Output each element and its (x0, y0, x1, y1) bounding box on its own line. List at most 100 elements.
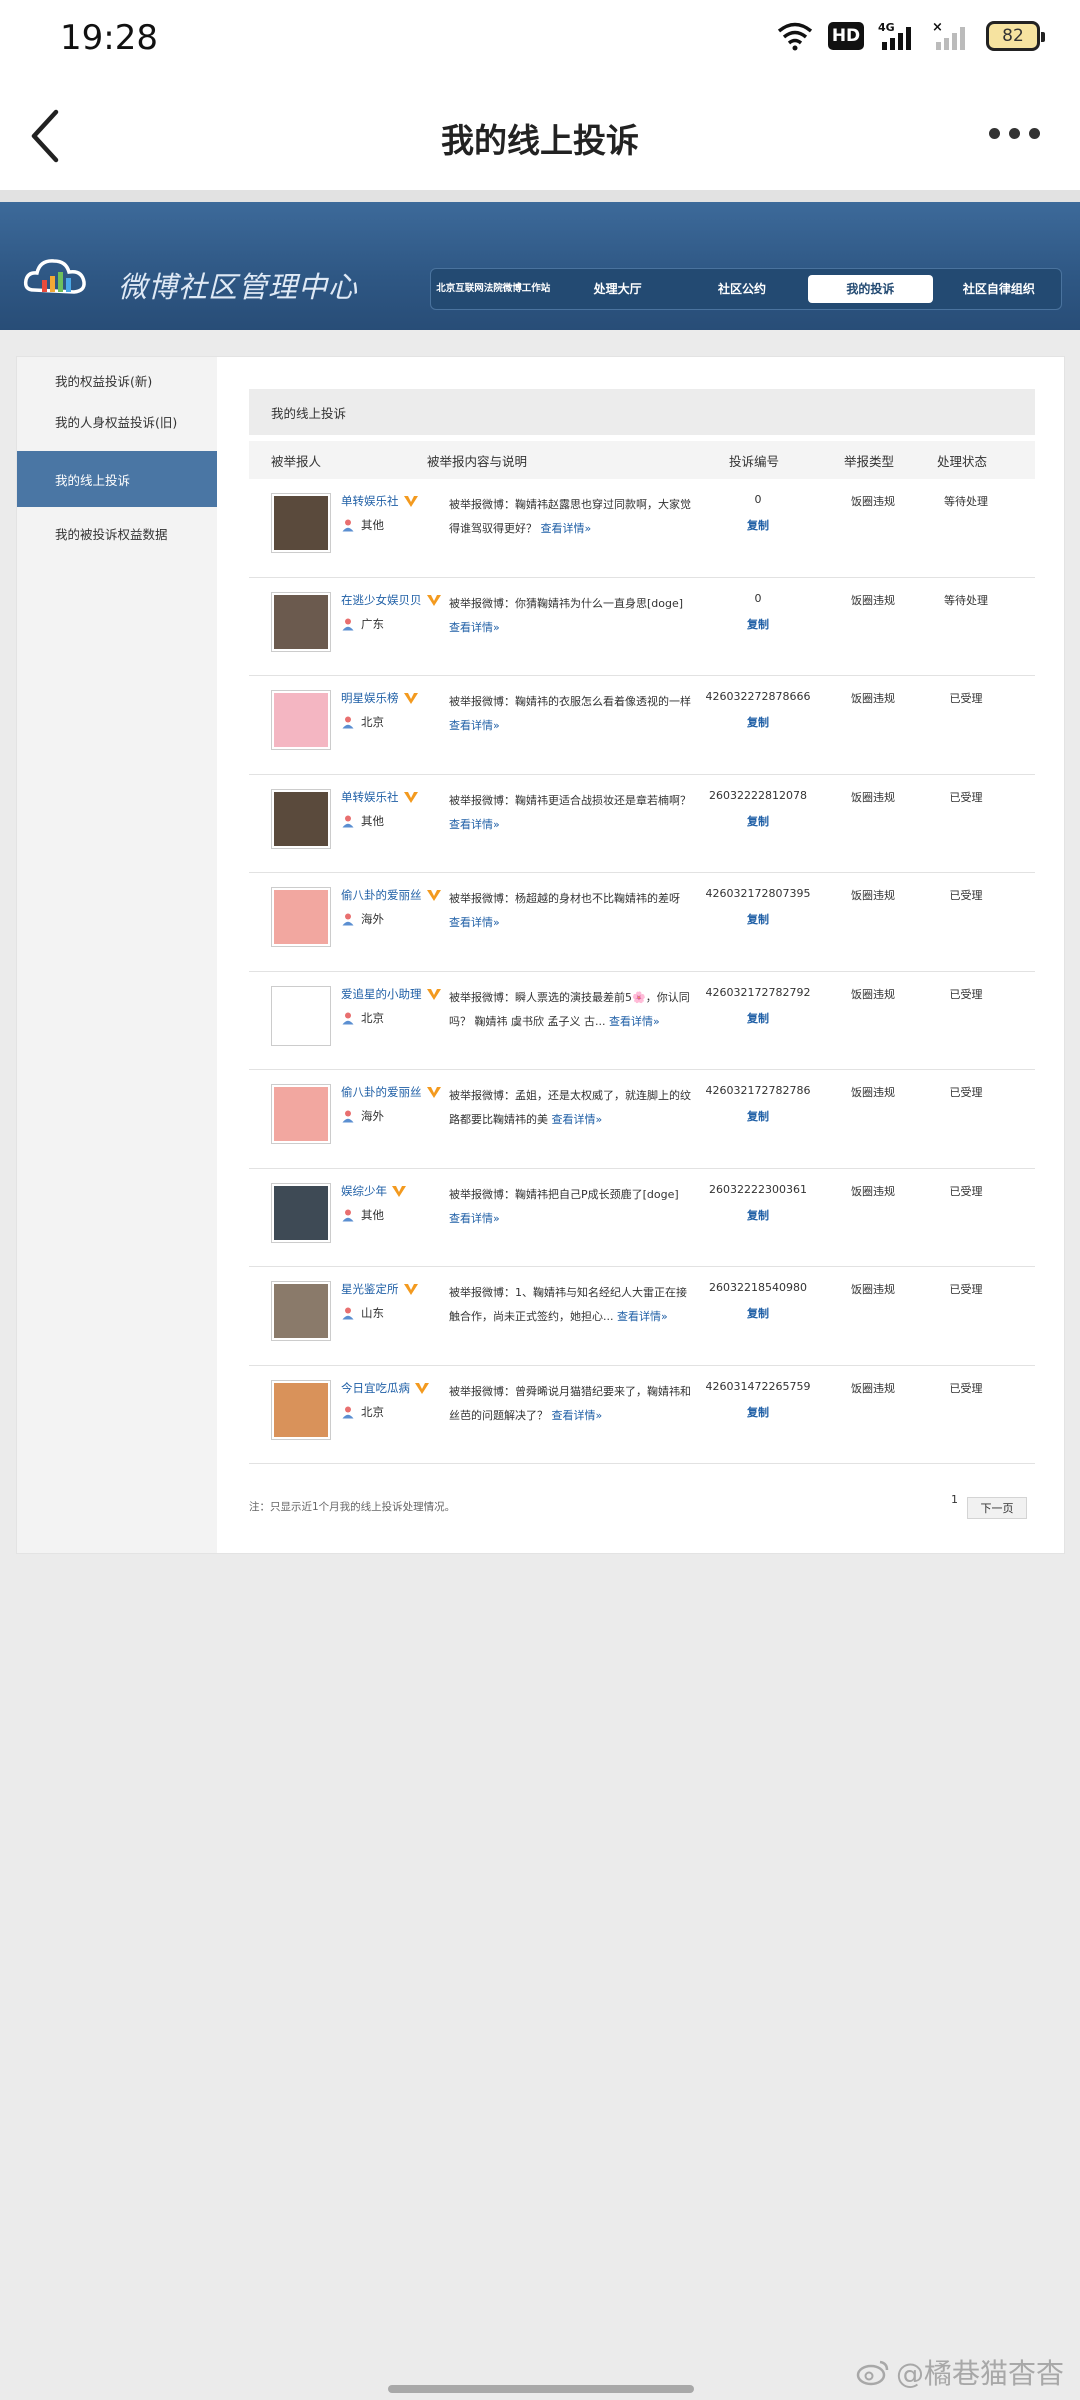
banner-title: 微博社区管理中心 (118, 270, 359, 304)
banner-nav: 北京互联网法院微博工作站 处理大厅 社区公约 我的投诉 社区自律组织 (430, 268, 1062, 310)
copy-button[interactable]: 复制 (691, 1207, 825, 1223)
reported-user-name[interactable]: 今日宜吃瓜病 (341, 1380, 430, 1396)
column-header-type: 举报类型 (843, 453, 894, 469)
status-badge: 等待处理 (944, 593, 988, 607)
view-details-link[interactable]: 查看详情» (449, 719, 500, 732)
avatar[interactable] (271, 1379, 331, 1440)
avatar[interactable] (271, 1084, 331, 1144)
status-icons: HD 4G × 82 (776, 20, 1045, 52)
complaint-id: 426032272878666 (705, 690, 811, 703)
next-page-button[interactable]: 下一页 (967, 1497, 1027, 1519)
view-details-link[interactable]: 查看详情» (552, 1113, 603, 1126)
network-label: 4G (878, 21, 895, 34)
status-badge: 已受理 (949, 1086, 983, 1099)
copy-button[interactable]: 复制 (691, 1108, 825, 1124)
copy-button[interactable]: 复制 (691, 616, 825, 632)
user-icon (342, 519, 354, 532)
home-indicator[interactable] (388, 2385, 694, 2393)
avatar[interactable] (271, 887, 331, 947)
description-text: 被举报微博：你猜鞠婧祎为什么一直身思[doge] (449, 596, 684, 610)
report-type: 饭圈违规 (851, 1184, 895, 1198)
table-header: 被举报人 被举报内容与说明 投诉编号 举报类型 处理状态 (249, 441, 1035, 479)
report-type: 饭圈违规 (851, 889, 895, 902)
hd-icon: HD (828, 22, 864, 50)
user-icon (342, 1307, 354, 1320)
view-details-link[interactable]: 查看详情» (449, 621, 500, 634)
reported-user-name[interactable]: 单转娱乐社 (341, 789, 419, 805)
nav-self-regulation[interactable]: 社区自律组织 (937, 269, 1061, 309)
reported-user-name[interactable]: 单转娱乐社 (341, 493, 419, 509)
reported-user-name[interactable]: 爱追星的小助理 (341, 986, 442, 1002)
copy-button[interactable]: 复制 (691, 1305, 825, 1321)
description-text: 被举报微博：鞠婧祎更适合战损妆还是章若楠啊？ (449, 793, 691, 807)
nav-community-convention[interactable]: 社区公约 (680, 269, 804, 309)
view-details-link[interactable]: 查看详情» (449, 818, 500, 831)
reported-user-name-text: 娱综少年 (341, 1183, 387, 1198)
copy-button[interactable]: 复制 (691, 1404, 825, 1420)
view-details-link[interactable]: 查看详情» (552, 1409, 603, 1422)
reported-user-name-text: 偷八卦的爱丽丝 (341, 888, 422, 902)
view-details-link[interactable]: 查看详情» (541, 522, 592, 535)
reported-user-name-text: 在逃少女娱贝贝 (341, 592, 422, 607)
reported-user-name[interactable]: 偷八卦的爱丽丝 (341, 887, 442, 903)
complaint-content: 我的线上投诉 被举报人 被举报内容与说明 投诉编号 举报类型 处理状态 单转娱乐… (249, 389, 1035, 1464)
complaint-description: 被举报微博：鞠婧祎赵露思也穿过同款啊，大家觉得谁驾驭得更好？ 查看详情» (449, 493, 691, 541)
reported-user-name-text: 今日宜吃瓜病 (341, 1380, 410, 1395)
user-icon (342, 716, 354, 729)
page-title: 我的线上投诉 (441, 121, 639, 160)
verified-v-icon (426, 988, 441, 1000)
reported-user-name[interactable]: 在逃少女娱贝贝 (341, 592, 442, 608)
avatar[interactable] (271, 591, 331, 652)
avatar[interactable] (271, 985, 331, 1046)
view-details-link[interactable]: 查看详情» (449, 1212, 500, 1225)
reported-user-name[interactable]: 星光鉴定所 (341, 1281, 419, 1297)
complaint-description: 被举报微博：曾舜晞说月猫猎纪要来了，鞠婧祎和丝芭的问题解决了？ 查看详情» (449, 1380, 691, 1428)
sidebar-item-online-complaints[interactable]: 我的线上投诉 (17, 451, 217, 507)
description-text: 被举报微博：杨超越的身材也不比鞠婧祎的差呀 (449, 892, 680, 905)
signal-icon: 4G (878, 21, 911, 50)
avatar-image (274, 1382, 328, 1437)
avatar[interactable] (271, 1281, 331, 1341)
nav-court-station[interactable]: 北京互联网法院微博工作站 (431, 269, 555, 309)
footer-note: 注：只显示近1个月我的线上投诉处理情况。 (249, 1501, 456, 1513)
user-icon (342, 1012, 354, 1024)
report-type: 饭圈违规 (851, 1086, 895, 1099)
avatar-image (274, 988, 328, 1043)
avatar[interactable] (271, 690, 331, 750)
table-row: 偷八卦的爱丽丝 海外 被举报微博：杨超越的身材也不比鞠婧祎的差呀 查看详情» 4… (249, 873, 1035, 972)
nav-my-complaints[interactable]: 我的投诉 (808, 275, 933, 303)
verified-v-icon (403, 791, 418, 803)
report-type: 饭圈违规 (851, 1381, 895, 1395)
copy-button[interactable]: 复制 (691, 714, 825, 730)
region-text: 广东 (361, 616, 384, 631)
reported-user-region: 广东 (341, 616, 384, 632)
sidebar-item-rights-new[interactable]: 我的权益投诉(新) (17, 361, 217, 399)
status-badge: 已受理 (949, 889, 983, 902)
avatar[interactable] (271, 493, 331, 553)
verified-v-icon (415, 1382, 429, 1394)
avatar[interactable] (271, 1182, 331, 1243)
view-details-link[interactable]: 查看详情» (609, 1015, 660, 1028)
reported-user-name[interactable]: 明星娱乐榜 (341, 690, 419, 706)
copy-button[interactable]: 复制 (691, 911, 825, 927)
reported-user-name-text: 星光鉴定所 (341, 1282, 399, 1296)
region-text: 北京 (361, 715, 384, 729)
sidebar-item-personal-rights-old[interactable]: 我的人身权益投诉(旧) (17, 399, 217, 443)
more-horizontal-icon[interactable] (989, 128, 1040, 139)
view-details-link[interactable]: 查看详情» (617, 1310, 668, 1323)
sidebar-item-complained-data[interactable]: 我的被投诉权益数据 (17, 511, 217, 555)
reported-user-region: 北京 (341, 714, 384, 730)
user-icon (342, 618, 354, 630)
reported-user-name[interactable]: 娱综少年 (341, 1183, 407, 1199)
copy-button[interactable]: 复制 (691, 813, 825, 829)
nav-processing-hall[interactable]: 处理大厅 (555, 269, 679, 309)
report-type: 饭圈违规 (851, 593, 895, 607)
view-details-link[interactable]: 查看详情» (449, 916, 500, 929)
page-number[interactable]: 1 (951, 1493, 958, 1506)
avatar-image (274, 1284, 328, 1338)
copy-button[interactable]: 复制 (691, 1010, 825, 1026)
reported-user-name[interactable]: 偷八卦的爱丽丝 (341, 1084, 442, 1100)
avatar[interactable] (271, 788, 331, 849)
status-badge: 已受理 (949, 1381, 983, 1395)
copy-button[interactable]: 复制 (691, 517, 825, 533)
